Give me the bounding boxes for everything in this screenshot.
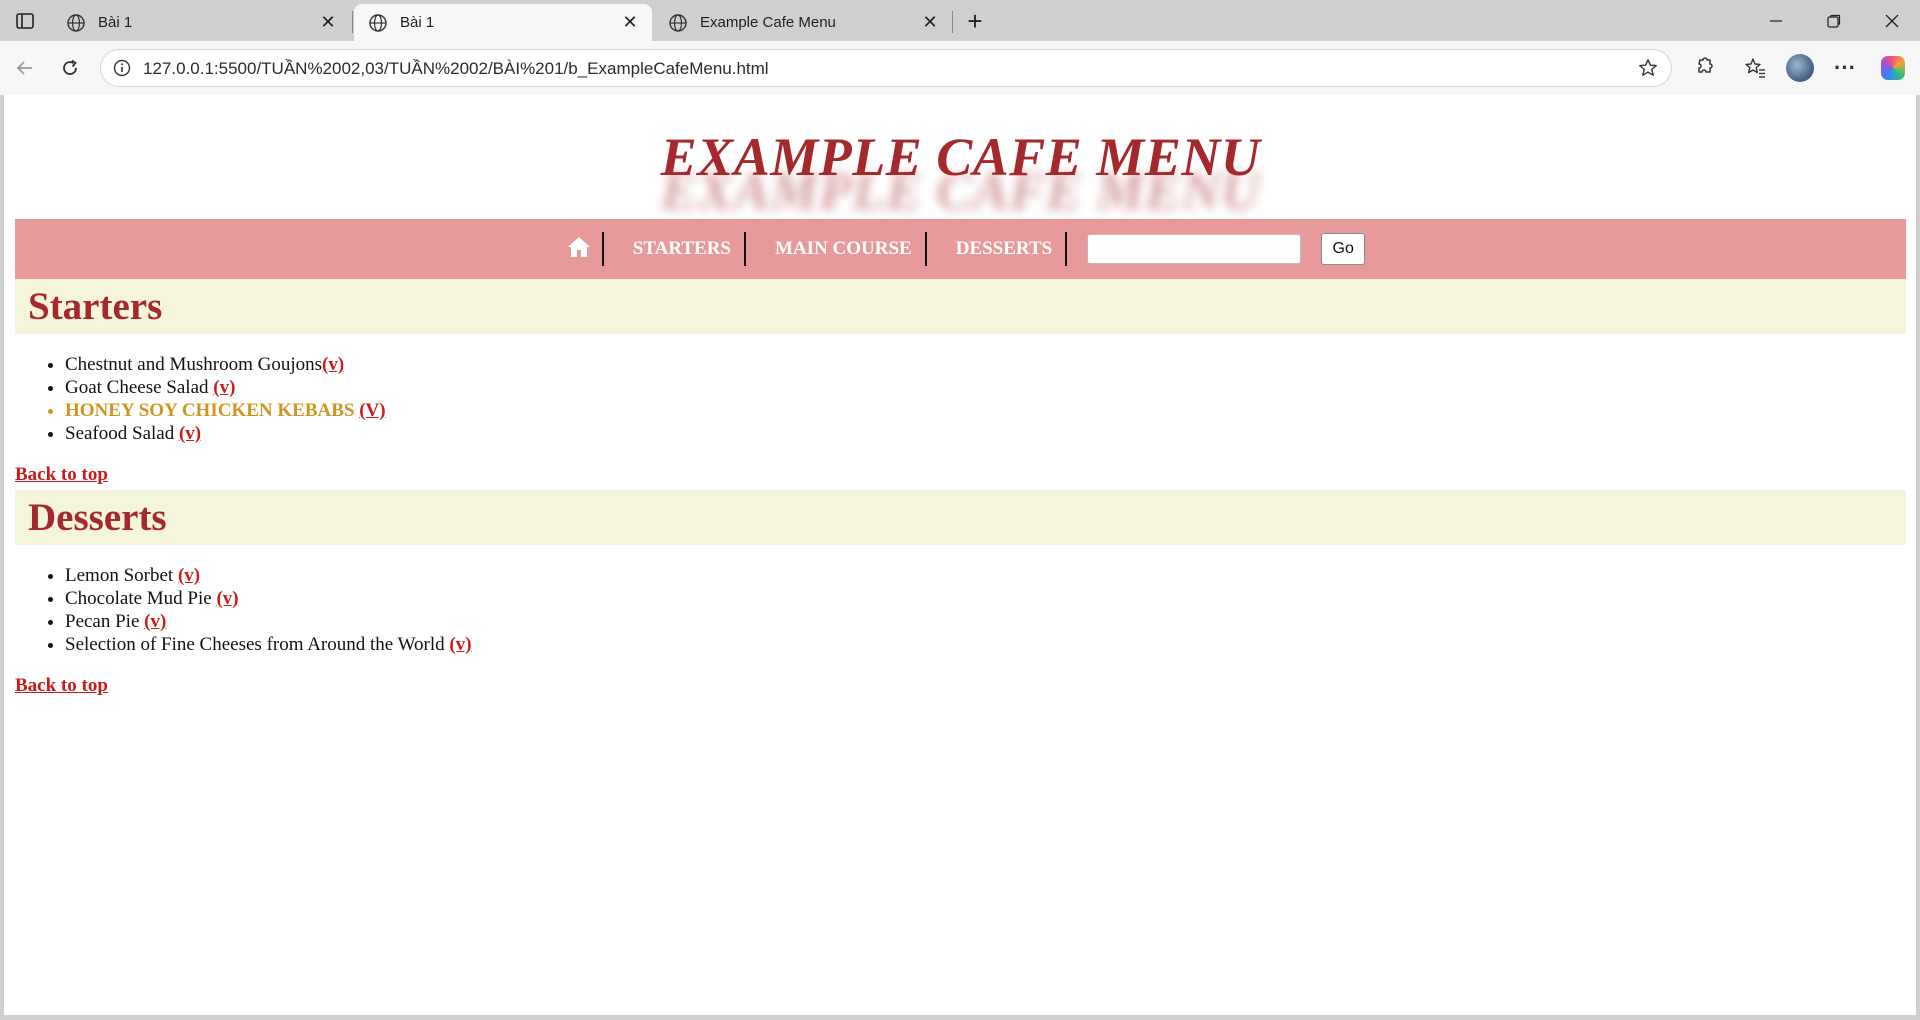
minimize-icon[interactable] (1748, 0, 1804, 41)
item-name: HONEY SOY CHICKEN KEBABS (65, 400, 360, 421)
item-name: Goat Cheese Salad (65, 377, 214, 398)
item-name: Chestnut and Mushroom Goujons (65, 354, 323, 375)
favorites-icon[interactable] (1740, 53, 1770, 83)
desserts-list: Lemon Sorbet (v) Chocolate Mud Pie (v) P… (15, 564, 472, 656)
extensions-icon[interactable] (1688, 53, 1718, 83)
vegetarian-link[interactable]: (v) (213, 377, 235, 398)
home-icon (567, 236, 591, 263)
profile-avatar[interactable] (1785, 53, 1815, 83)
tab-title: Example Cafe Menu (700, 14, 836, 31)
back-to-top-link[interactable]: Back to top (15, 675, 108, 697)
list-item: Lemon Sorbet (v) (65, 564, 472, 587)
home-link[interactable] (556, 232, 604, 266)
tab-separator (952, 11, 953, 33)
nav-main-course[interactable]: MAIN COURSE (762, 232, 927, 266)
copilot-icon[interactable] (1878, 53, 1908, 83)
tab-title: Bài 1 (98, 14, 133, 31)
list-item-featured: HONEY SOY CHICKEN KEBABS (V) (65, 399, 386, 422)
item-name: Selection of Fine Cheeses from Around th… (65, 634, 450, 655)
restore-icon[interactable] (1806, 0, 1862, 41)
tab-title: Bài 1 (400, 14, 435, 31)
nav-desserts[interactable]: DESSERTS (943, 232, 1068, 266)
item-name: Seafood Salad (65, 423, 179, 444)
vegetarian-link[interactable]: (v) (179, 423, 201, 444)
back-icon[interactable] (10, 53, 40, 83)
browser-toolbar: 127.0.0.1:5500/TUẦN%2002,03/TUẦN%2002/BÀ… (0, 41, 1920, 95)
tab-actions-icon[interactable] (10, 8, 40, 34)
vegetarian-link[interactable]: (v) (322, 354, 344, 375)
vegetarian-link[interactable]: (v) (449, 634, 471, 655)
list-item: Seafood Salad (v) (65, 422, 386, 445)
page-title: EXAMPLE CAFE MENU (660, 127, 1261, 187)
item-name: Lemon Sorbet (65, 565, 178, 586)
nav-starters[interactable]: STARTERS (620, 232, 747, 266)
nav-bar: STARTERS MAIN COURSE DESSERTS Go (15, 219, 1906, 279)
cafe-page: EXAMPLE CAFE MENU STARTERS MAIN COURSE D… (15, 95, 1906, 696)
item-name: Pecan Pie (65, 611, 145, 632)
section-heading-starters: Starters (15, 279, 1906, 334)
more-icon[interactable]: ··· (1830, 53, 1860, 83)
list-item: Chocolate Mud Pie (v) (65, 587, 472, 610)
favorite-star-icon[interactable] (1637, 57, 1659, 79)
section-heading-desserts: Desserts (15, 490, 1906, 545)
tab-separator (352, 11, 353, 33)
list-item: Selection of Fine Cheeses from Around th… (65, 633, 472, 656)
item-name: Chocolate Mud Pie (65, 588, 217, 609)
back-to-top-link[interactable]: Back to top (15, 464, 108, 486)
new-tab-icon[interactable]: + (960, 6, 990, 36)
close-icon[interactable]: ✕ (920, 12, 940, 33)
browser-tab-1[interactable]: Bài 1 ✕ (52, 4, 350, 41)
reload-icon[interactable] (55, 53, 85, 83)
globe-icon (66, 13, 86, 33)
close-icon[interactable]: ✕ (620, 12, 640, 33)
url-text[interactable]: 127.0.0.1:5500/TUẦN%2002,03/TUẦN%2002/BÀ… (143, 59, 769, 79)
close-icon[interactable]: ✕ (318, 12, 338, 33)
list-item: Goat Cheese Salad (v) (65, 376, 386, 399)
browser-tab-3[interactable]: Example Cafe Menu ✕ (654, 4, 952, 41)
starters-list: Chestnut and Mushroom Goujons(v) Goat Ch… (15, 353, 386, 445)
window-close-icon[interactable] (1864, 0, 1920, 41)
vegetarian-link[interactable]: (v) (178, 565, 200, 586)
globe-icon (368, 13, 388, 33)
site-info-icon[interactable] (112, 58, 132, 78)
browser-tab-bar: Bài 1 ✕ Bài 1 ✕ Example Cafe Menu ✕ + (0, 0, 1920, 41)
address-bar[interactable]: 127.0.0.1:5500/TUẦN%2002,03/TUẦN%2002/BÀ… (100, 49, 1672, 87)
page-viewport: EXAMPLE CAFE MENU STARTERS MAIN COURSE D… (4, 95, 1916, 1015)
globe-icon (668, 13, 688, 33)
vegetarian-link[interactable]: (v) (144, 611, 166, 632)
go-button[interactable]: Go (1321, 233, 1366, 265)
list-item: Chestnut and Mushroom Goujons(v) (65, 353, 386, 376)
search-input[interactable] (1087, 234, 1302, 264)
list-item: Pecan Pie (v) (65, 610, 472, 633)
browser-tab-2-active[interactable]: Bài 1 ✕ (354, 4, 652, 41)
vegetarian-link[interactable]: (V) (359, 400, 385, 421)
vegetarian-link[interactable]: (v) (216, 588, 238, 609)
